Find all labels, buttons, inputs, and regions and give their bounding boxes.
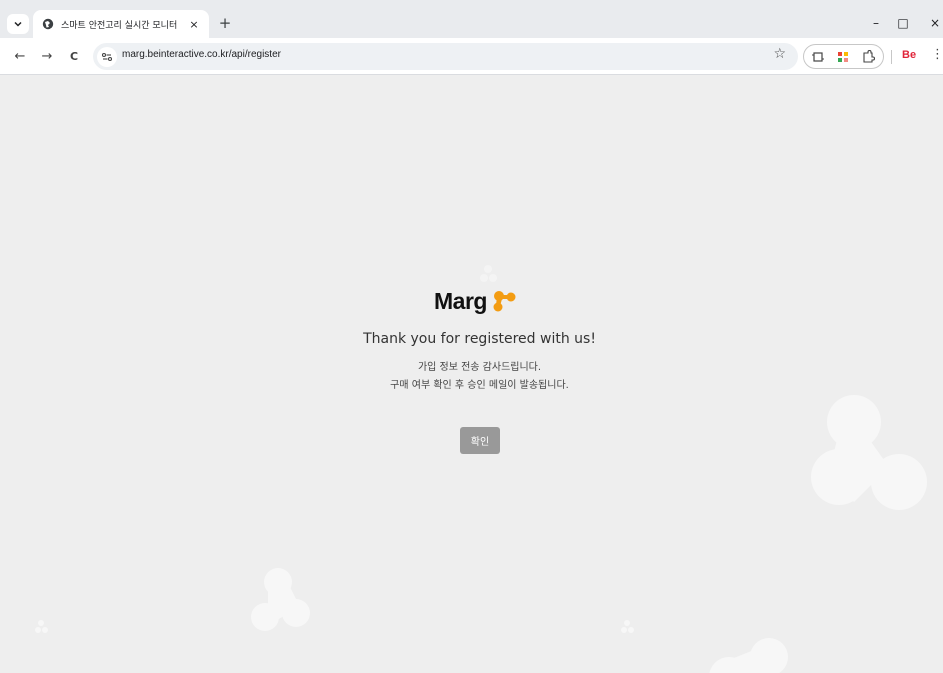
forward-button[interactable]: → xyxy=(37,47,57,67)
toolbar-divider xyxy=(891,50,892,64)
color-palette-icon[interactable] xyxy=(835,49,851,65)
site-info-icon[interactable] xyxy=(97,47,117,67)
minimize-button[interactable]: – xyxy=(867,14,885,32)
active-tab[interactable]: 스마트 안전고리 실시간 모니터 × xyxy=(33,10,209,38)
registration-complete-panel: Marg Thank you for registered with us! 가… xyxy=(4,76,943,673)
approval-message: 구매 여부 확인 후 승인 메일이 발송됩니다. xyxy=(390,380,569,391)
behance-icon[interactable]: Be xyxy=(902,49,916,61)
back-button[interactable]: ← xyxy=(10,47,30,67)
thanks-message: 가입 정보 전송 감사드립니다. xyxy=(417,362,542,373)
address-bar[interactable]: marg.beinteractive.co.kr/api/register ☆ xyxy=(93,43,798,70)
new-tab-button[interactable]: + xyxy=(217,14,233,32)
tab-title: 스마트 안전고리 실시간 모니터 xyxy=(61,20,178,31)
page-title: Thank you for registered with us! xyxy=(363,331,596,347)
url-text: marg.beinteractive.co.kr/api/register xyxy=(122,49,281,60)
reload-button[interactable]: C xyxy=(64,47,84,67)
logo-text: Marg xyxy=(434,287,487,314)
tab-strip: 스마트 안전고리 실시간 모니터 × + – □ × xyxy=(0,0,943,38)
screenshot-icon[interactable] xyxy=(810,49,826,65)
logo: Marg xyxy=(434,286,517,316)
browser-toolbar: ← → C marg.beinteractive.co.kr/api/regis… xyxy=(0,38,943,75)
extensions-icon[interactable] xyxy=(860,49,876,65)
close-window-button[interactable]: × xyxy=(926,14,943,32)
marg-logo-icon xyxy=(493,291,516,312)
star-icon[interactable]: ☆ xyxy=(773,46,786,62)
page-content: Marg Thank you for registered with us! 가… xyxy=(4,76,943,673)
extensions-group xyxy=(803,44,884,69)
tab-search-button[interactable] xyxy=(7,14,29,34)
confirm-button[interactable]: 확인 xyxy=(460,427,500,454)
globe-icon xyxy=(41,17,55,31)
tab-close-button[interactable]: × xyxy=(187,18,201,31)
chevron-down-icon xyxy=(14,21,22,27)
more-menu-icon[interactable]: ⋮ xyxy=(931,47,943,62)
maximize-button[interactable]: □ xyxy=(894,14,912,32)
